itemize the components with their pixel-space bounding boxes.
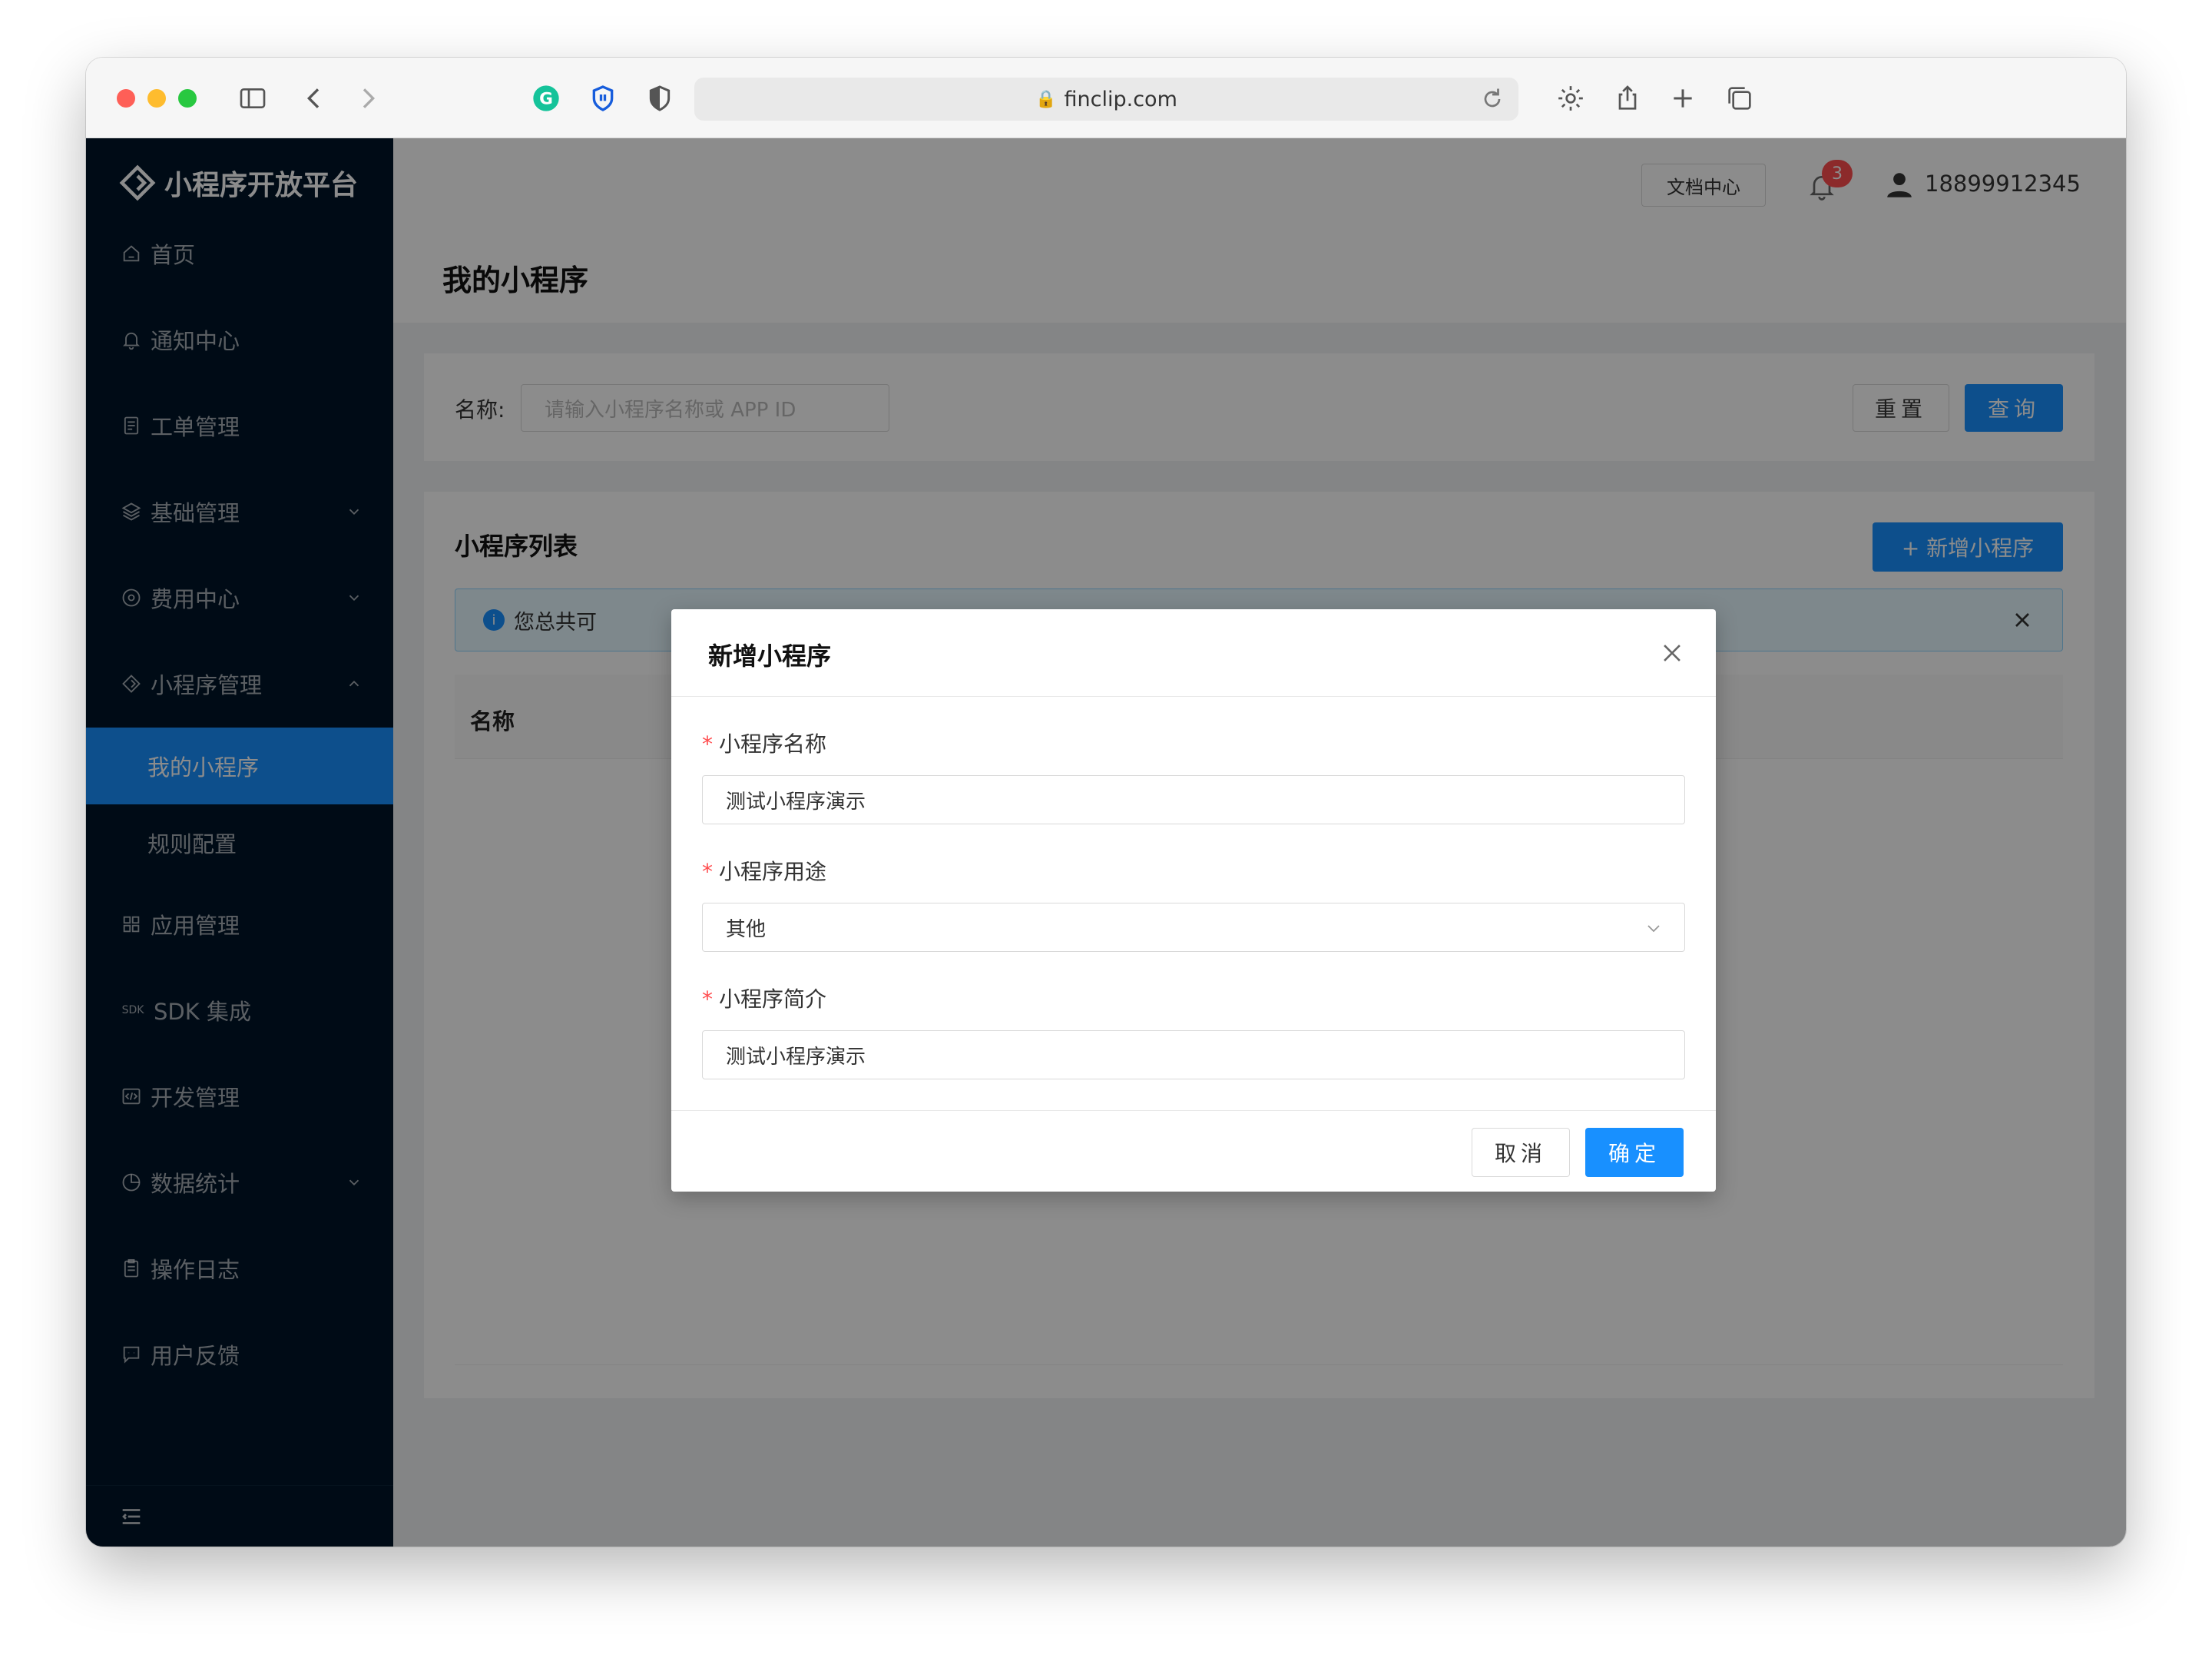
- field-label-text: 小程序名称: [719, 731, 827, 757]
- lock-icon: 🔒: [1035, 89, 1057, 109]
- required-asterisk: *: [702, 859, 713, 884]
- tab-overview-icon[interactable]: [1722, 81, 1757, 116]
- privacy-shield-icon[interactable]: [642, 81, 677, 116]
- confirm-button[interactable]: 确定: [1585, 1128, 1684, 1177]
- new-tab-plus-icon[interactable]: [1665, 81, 1700, 116]
- name-field-label: * 小程序名称: [702, 728, 826, 758]
- svg-text:G: G: [539, 90, 553, 109]
- chevron-down-icon: [1647, 925, 1660, 933]
- zoom-window-button[interactable]: [178, 89, 197, 108]
- url-text: finclip.com: [1064, 87, 1177, 111]
- name-input[interactable]: 测试小程序演示: [702, 775, 1685, 824]
- dialog-footer: 取消 确定: [671, 1110, 1716, 1192]
- required-asterisk: *: [702, 986, 713, 1012]
- field-label-text: 小程序简介: [719, 986, 827, 1012]
- purpose-select[interactable]: 其他: [702, 903, 1685, 952]
- back-icon[interactable]: [296, 81, 332, 116]
- purpose-selected-value: 其他: [726, 917, 767, 941]
- forward-icon[interactable]: [350, 81, 386, 116]
- close-icon[interactable]: [1659, 640, 1685, 666]
- bitwarden-shield-icon[interactable]: [585, 81, 621, 116]
- browser-toolbar: G 🔒 finclip.com: [86, 58, 2126, 138]
- share-icon[interactable]: [1610, 81, 1645, 116]
- grammarly-extension-icon[interactable]: G: [528, 81, 564, 116]
- minimize-window-button[interactable]: [147, 89, 166, 108]
- cancel-button[interactable]: 取消: [1472, 1128, 1570, 1177]
- close-window-button[interactable]: [117, 89, 135, 108]
- settings-gear-icon[interactable]: [1553, 81, 1588, 116]
- browser-window: G 🔒 finclip.com 小程序开放平台 首页 通知中心 工单管理 基础管…: [86, 58, 2126, 1547]
- dialog-title: 新增小程序: [708, 642, 832, 671]
- field-label-text: 小程序用途: [719, 859, 827, 884]
- required-asterisk: *: [702, 731, 713, 757]
- dialog-header: 新增小程序: [671, 609, 1716, 697]
- address-bar[interactable]: 🔒 finclip.com: [694, 78, 1518, 121]
- intro-field-label: * 小程序简介: [702, 983, 826, 1013]
- purpose-field-label: * 小程序用途: [702, 855, 826, 886]
- add-miniprogram-dialog: 新增小程序 * 小程序名称 测试小程序演示 * 小程序用途 其他 * 小程序简介 测试…: [671, 609, 1716, 1192]
- intro-input[interactable]: 测试小程序演示: [702, 1030, 1685, 1079]
- sidebar-toggle-icon[interactable]: [235, 81, 270, 116]
- reload-icon[interactable]: [1479, 85, 1506, 113]
